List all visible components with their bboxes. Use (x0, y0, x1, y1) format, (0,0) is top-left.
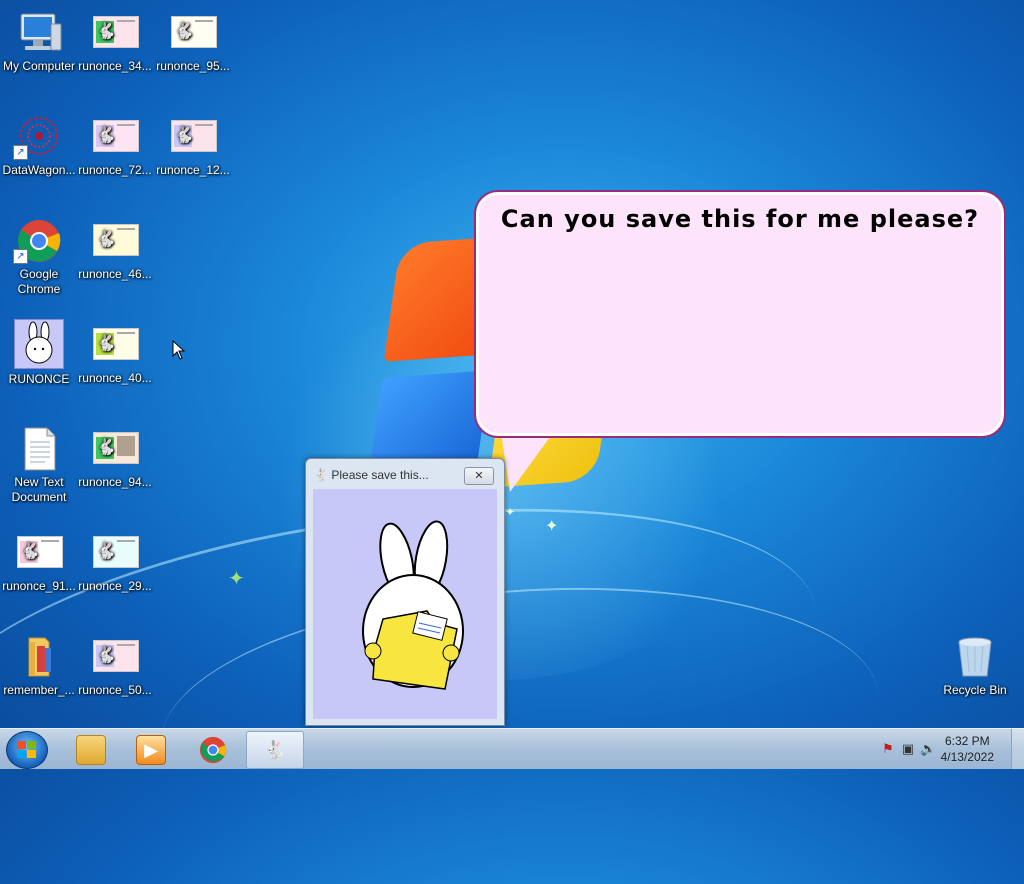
desktop-icon-label: runonce_40... (78, 371, 152, 385)
image-thumbnail-icon: 🐇 (91, 530, 139, 576)
desktop-icon-label: My Computer (2, 59, 76, 73)
image-thumbnail-icon: 🐇 (91, 634, 139, 680)
desktop-icon-runonce-46[interactable]: 🐇 runonce_46... (76, 212, 154, 282)
desktop-icon-runonce-40[interactable]: 🐇 runonce_40... (76, 316, 154, 386)
action-center-flag-icon[interactable]: ⚑ (880, 741, 896, 757)
desktop-icon-label: New Text Document (11, 475, 67, 504)
desktop-icon-runonce-91[interactable]: 🐇 runonce_91... (0, 524, 78, 594)
start-button[interactable] (6, 731, 48, 769)
wallpaper-sparkle: ✦ (505, 505, 516, 519)
image-thumbnail-icon: 🐇 (169, 114, 217, 160)
please-save-window[interactable]: 🐇 Please save this... ✕ (305, 458, 505, 726)
desktop-icon-runonce-34[interactable]: 🐇 runonce_34... (76, 4, 154, 74)
desktop-icon-label: Google Chrome (17, 267, 61, 296)
computer-icon (15, 10, 63, 56)
clock-time: 6:32 PM (944, 734, 990, 748)
desktop-icon-label: runonce_46... (78, 267, 152, 281)
datawagon-icon: ↗ (13, 114, 63, 160)
desktop-icon-label: Recycle Bin (943, 683, 1007, 697)
taskbar-media-player[interactable]: ▶ (122, 731, 178, 767)
desktop-icon-datawagon[interactable]: ↗ DataWagon... (0, 108, 78, 178)
desktop-icon-runonce[interactable]: RUNONCE (0, 316, 78, 387)
image-thumbnail-icon: 🐇 (91, 114, 139, 160)
network-icon[interactable]: ▣ (900, 741, 916, 757)
speech-bubble-text: Can you save this for me please? (500, 205, 980, 233)
clock-date: 4/13/2022 (940, 750, 994, 764)
desktop-icon-runonce-94[interactable]: 🐇 runonce_94... (76, 420, 154, 490)
desktop-icon-my-computer[interactable]: My Computer (0, 4, 78, 74)
desktop-icon-label: runonce_94... (78, 475, 152, 489)
desktop-icon-runonce-50[interactable]: 🐇 runonce_50... (76, 628, 154, 698)
system-tray: ⚑ ▣ 🔈 6:32 PM 4/13/2022 (854, 729, 1024, 769)
image-thumbnail-icon: 🐇 (15, 530, 63, 576)
desktop-icon-label: runonce_29... (78, 579, 152, 593)
taskbar: ▶ 🐇 ⚑ ▣ 🔈 6:32 PM 4/13/2022 (0, 728, 1024, 769)
desktop-icon-label: RUNONCE (8, 372, 70, 386)
folder-icon (15, 634, 63, 680)
media-player-icon: ▶ (136, 735, 166, 765)
taskbar-runonce-active[interactable]: 🐇 (246, 731, 304, 769)
folder-icon (76, 735, 106, 765)
image-thumbnail-icon: 🐇 (91, 10, 139, 56)
bunny-app-icon: 🐇 (314, 468, 329, 482)
desktop-icon-label: runonce_91... (2, 579, 76, 593)
image-thumbnail-icon: 🐇 (91, 218, 139, 264)
recycle-bin-icon (951, 634, 999, 680)
desktop-icon-remember[interactable]: remember_... (0, 628, 78, 698)
bunny-app-icon: 🐇 (263, 740, 287, 760)
chrome-icon: ↗ (13, 218, 63, 264)
shortcut-arrow-icon: ↗ (13, 249, 28, 264)
text-document-icon (15, 426, 63, 472)
desktop-icon-label: runonce_72... (78, 163, 152, 177)
taskbar-file-explorer[interactable] (62, 731, 118, 767)
bunny-icon (14, 319, 64, 369)
desktop-icon-runonce-95[interactable]: 🐇 runonce_95... (154, 4, 232, 74)
desktop-icon-runonce-72[interactable]: 🐇 runonce_72... (76, 108, 154, 178)
image-thumbnail-icon: 🐇 (169, 10, 217, 56)
image-thumbnail-icon: 🐇 (91, 426, 139, 472)
windows-logo-icon (17, 741, 37, 759)
window-content (313, 489, 497, 719)
desktop-icon-label: runonce_12... (156, 163, 230, 177)
wallpaper-sparkle: ✦ (228, 568, 245, 590)
wallpaper-sparkle: ✦ (545, 518, 559, 535)
show-desktop-button[interactable] (1011, 729, 1024, 769)
bunny-holding-folder-image[interactable] (361, 519, 471, 699)
desktop-icon-runonce-12[interactable]: 🐇 runonce_12... (154, 108, 232, 178)
close-icon: ✕ (474, 470, 484, 482)
desktop-icon-label: DataWagon... (2, 163, 76, 177)
desktop-icon-label: runonce_34... (78, 59, 152, 73)
window-titlebar[interactable]: 🐇 Please save this... (314, 468, 429, 482)
desktop-icon-google-chrome[interactable]: ↗ Google Chrome (0, 212, 78, 297)
image-thumbnail-icon: 🐇 (91, 322, 139, 368)
desktop-icon-label: runonce_50... (78, 683, 152, 697)
taskbar-google-chrome[interactable] (184, 731, 240, 767)
desktop-icon-recycle-bin[interactable]: Recycle Bin (936, 628, 1014, 698)
desktop-icon-label: runonce_95... (156, 59, 230, 73)
window-title: Please save this... (331, 468, 429, 482)
clock[interactable]: 6:32 PM 4/13/2022 (941, 733, 994, 765)
desktop-icon-label: remember_... (3, 683, 75, 697)
volume-icon[interactable]: 🔈 (920, 741, 936, 757)
mouse-cursor-icon (172, 340, 186, 360)
desktop-icon-runonce-29[interactable]: 🐇 runonce_29... (76, 524, 154, 594)
desktop-icon-new-text-document[interactable]: New Text Document (0, 420, 78, 505)
close-button[interactable]: ✕ (464, 467, 494, 485)
chrome-icon (199, 736, 227, 764)
shortcut-arrow-icon: ↗ (13, 145, 28, 160)
speech-bubble: Can you save this for me please? (476, 192, 1004, 436)
